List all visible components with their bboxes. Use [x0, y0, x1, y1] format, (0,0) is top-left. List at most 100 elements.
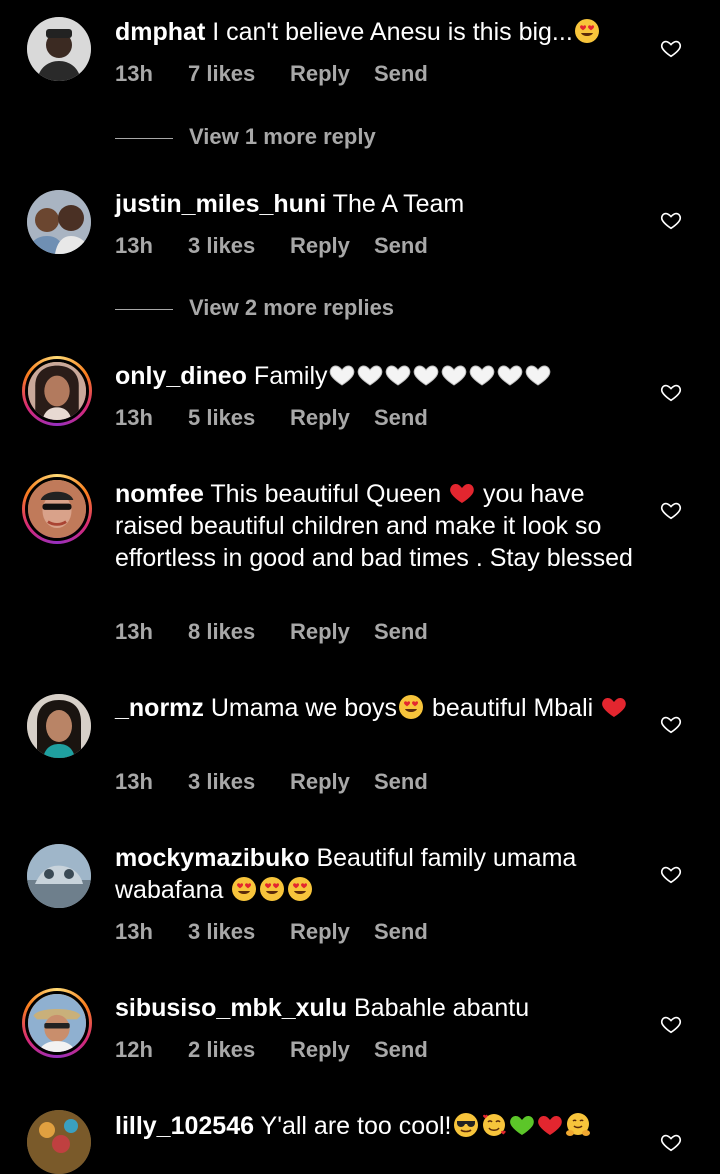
reply-button[interactable]: Reply: [290, 619, 350, 645]
like-heart-icon[interactable]: [660, 713, 682, 735]
likes-count[interactable]: 8 likes: [188, 619, 255, 645]
reply-button[interactable]: Reply: [290, 233, 350, 259]
like-heart-icon[interactable]: [660, 209, 682, 231]
avatar-with-story-ring[interactable]: [22, 474, 92, 544]
username[interactable]: mockymazibuko: [115, 844, 310, 872]
comment-text: lilly_102546 Y'all are too cool!: [115, 1110, 635, 1142]
like-heart-icon[interactable]: [660, 1131, 682, 1153]
comment-text: _normz Umama we boys beautiful Mbali: [115, 692, 635, 724]
likes-count[interactable]: 3 likes: [188, 233, 255, 259]
comment-body: Family: [253, 362, 328, 390]
username[interactable]: nomfee: [115, 480, 204, 508]
send-button[interactable]: Send: [374, 1037, 428, 1063]
avatar-photo: [27, 17, 91, 81]
smiling-hearts-emoji-icon: [481, 1112, 507, 1138]
avatar-photo: [28, 362, 86, 420]
comment-body: I can't believe Anesu is this big...: [212, 18, 573, 46]
comment-text: justin_miles_huni The A Team: [115, 188, 635, 220]
send-button[interactable]: Send: [374, 919, 428, 945]
avatar-with-story-ring[interactable]: [22, 356, 92, 426]
timestamp: 13h: [115, 61, 153, 86]
like-heart-icon[interactable]: [660, 863, 682, 885]
like-heart-icon[interactable]: [660, 381, 682, 403]
avatar-photo: [27, 190, 91, 254]
comment-text: mockymazibuko Beautiful family umama wab…: [115, 842, 635, 906]
timestamp: 13h: [115, 919, 153, 944]
red-heart-emoji-icon: [449, 480, 475, 506]
avatar-with-story-ring[interactable]: [22, 988, 92, 1058]
likes-count[interactable]: 3 likes: [188, 769, 255, 795]
likes-count[interactable]: 2 likes: [188, 1037, 255, 1063]
heart-eyes-emoji-icon: [259, 876, 285, 902]
white-heart-emoji-icon: [413, 362, 439, 388]
send-button[interactable]: Send: [374, 769, 428, 795]
comment-text: nomfee This beautiful Queen you have rai…: [115, 478, 635, 574]
like-heart-icon[interactable]: [660, 1013, 682, 1035]
likes-count[interactable]: 7 likes: [188, 61, 255, 87]
timestamp: 12h: [115, 1037, 153, 1062]
timestamp: 13h: [115, 769, 153, 794]
view-more-label: View 1 more reply: [189, 124, 376, 149]
reply-button[interactable]: Reply: [290, 769, 350, 795]
username[interactable]: _normz: [115, 694, 204, 722]
username[interactable]: dmphat: [115, 18, 205, 46]
comment-body: Y'all are too cool!: [260, 1112, 452, 1140]
heart-eyes-emoji-icon: [574, 18, 600, 44]
send-button[interactable]: Send: [374, 233, 428, 259]
username[interactable]: only_dineo: [115, 362, 247, 390]
reply-button[interactable]: Reply: [290, 405, 350, 431]
heart-eyes-emoji-icon: [287, 876, 313, 902]
red-heart-emoji-icon: [601, 694, 627, 720]
white-heart-emoji-icon: [357, 362, 383, 388]
divider: [115, 138, 173, 139]
comment-body: Babahle abantu: [353, 994, 530, 1022]
comment-body: The A Team: [332, 190, 465, 218]
avatar-photo: [27, 844, 91, 908]
green-heart-emoji-icon: [509, 1112, 535, 1138]
send-button[interactable]: Send: [374, 619, 428, 645]
white-heart-emoji-icon: [329, 362, 355, 388]
comment-body-start: This beautiful Queen: [210, 480, 442, 508]
avatar[interactable]: [27, 1110, 91, 1174]
heart-eyes-emoji-icon: [398, 694, 424, 720]
comment-text: sibusiso_mbk_xulu Babahle abantu: [115, 992, 635, 1024]
likes-count[interactable]: 3 likes: [188, 919, 255, 945]
reply-button[interactable]: Reply: [290, 919, 350, 945]
like-heart-icon[interactable]: [660, 499, 682, 521]
username[interactable]: justin_miles_huni: [115, 190, 326, 218]
send-button[interactable]: Send: [374, 61, 428, 87]
avatar-photo: [27, 1110, 91, 1174]
avatar[interactable]: [27, 190, 91, 254]
timestamp: 13h: [115, 405, 153, 430]
timestamp: 13h: [115, 233, 153, 258]
timestamp: 13h: [115, 619, 153, 644]
like-heart-icon[interactable]: [660, 37, 682, 59]
comment-text: only_dineo Family: [115, 360, 635, 392]
white-heart-emoji-icon: [525, 362, 551, 388]
white-heart-emoji-icon: [469, 362, 495, 388]
username[interactable]: lilly_102546: [115, 1112, 254, 1140]
reply-button[interactable]: Reply: [290, 1037, 350, 1063]
view-more-replies[interactable]: View 1 more reply: [115, 124, 515, 154]
red-heart-emoji-icon: [537, 1112, 563, 1138]
avatar-photo: [28, 480, 86, 538]
avatar[interactable]: [27, 844, 91, 908]
send-button[interactable]: Send: [374, 405, 428, 431]
sunglasses-emoji-icon: [453, 1112, 479, 1138]
avatar[interactable]: [27, 17, 91, 81]
comment-body-start: Umama we boys: [210, 694, 398, 722]
username[interactable]: sibusiso_mbk_xulu: [115, 994, 347, 1022]
hugging-emoji-icon: [565, 1112, 591, 1138]
divider: [115, 309, 173, 310]
avatar[interactable]: [27, 694, 91, 758]
view-more-label: View 2 more replies: [189, 295, 395, 320]
likes-count[interactable]: 5 likes: [188, 405, 255, 431]
white-heart-emoji-icon: [385, 362, 411, 388]
avatar-photo: [28, 994, 86, 1052]
view-more-replies[interactable]: View 2 more replies: [115, 295, 515, 325]
comment-body-end: beautiful Mbali: [431, 694, 594, 722]
white-heart-emoji-icon: [441, 362, 467, 388]
heart-eyes-emoji-icon: [231, 876, 257, 902]
reply-button[interactable]: Reply: [290, 61, 350, 87]
avatar-photo: [27, 694, 91, 758]
